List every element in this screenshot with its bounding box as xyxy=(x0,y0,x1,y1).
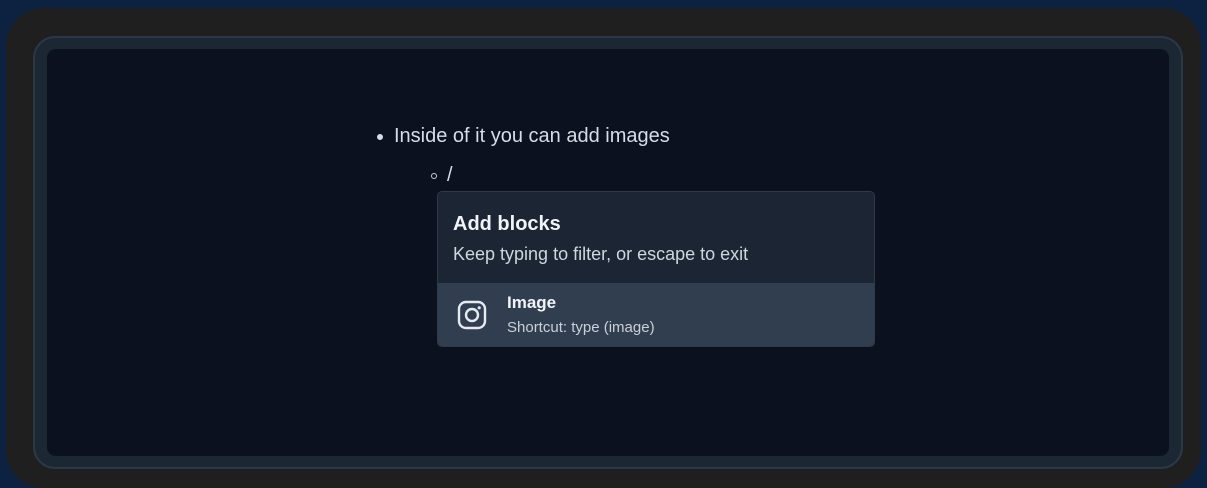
menu-header: Add blocks Keep typing to filter, or esc… xyxy=(438,192,874,283)
editor-container: Inside of it you can add images / Add bl… xyxy=(33,36,1183,469)
slash-command-text: / xyxy=(447,164,453,186)
menu-item-image[interactable]: Image Shortcut: type (image) xyxy=(438,283,874,346)
menu-title: Add blocks xyxy=(453,213,561,235)
hollow-bullet-icon xyxy=(431,172,437,179)
add-blocks-menu: Add blocks Keep typing to filter, or esc… xyxy=(437,191,875,347)
menu-item-shortcut: Shortcut: type (image) xyxy=(507,319,655,336)
bullet-text: Inside of it you can add images xyxy=(394,125,670,147)
app-frame: Inside of it you can add images / Add bl… xyxy=(6,8,1201,488)
menu-subtitle: Keep typing to filter, or escape to exit xyxy=(453,244,749,264)
image-icon xyxy=(456,299,488,331)
nested-list-item[interactable]: / xyxy=(431,164,453,187)
bullet-list-item[interactable]: Inside of it you can add images xyxy=(377,125,670,148)
bullet-dot-icon xyxy=(377,133,383,140)
editor-canvas[interactable]: Inside of it you can add images / Add bl… xyxy=(47,49,1169,456)
menu-item-label: Image xyxy=(507,293,557,312)
